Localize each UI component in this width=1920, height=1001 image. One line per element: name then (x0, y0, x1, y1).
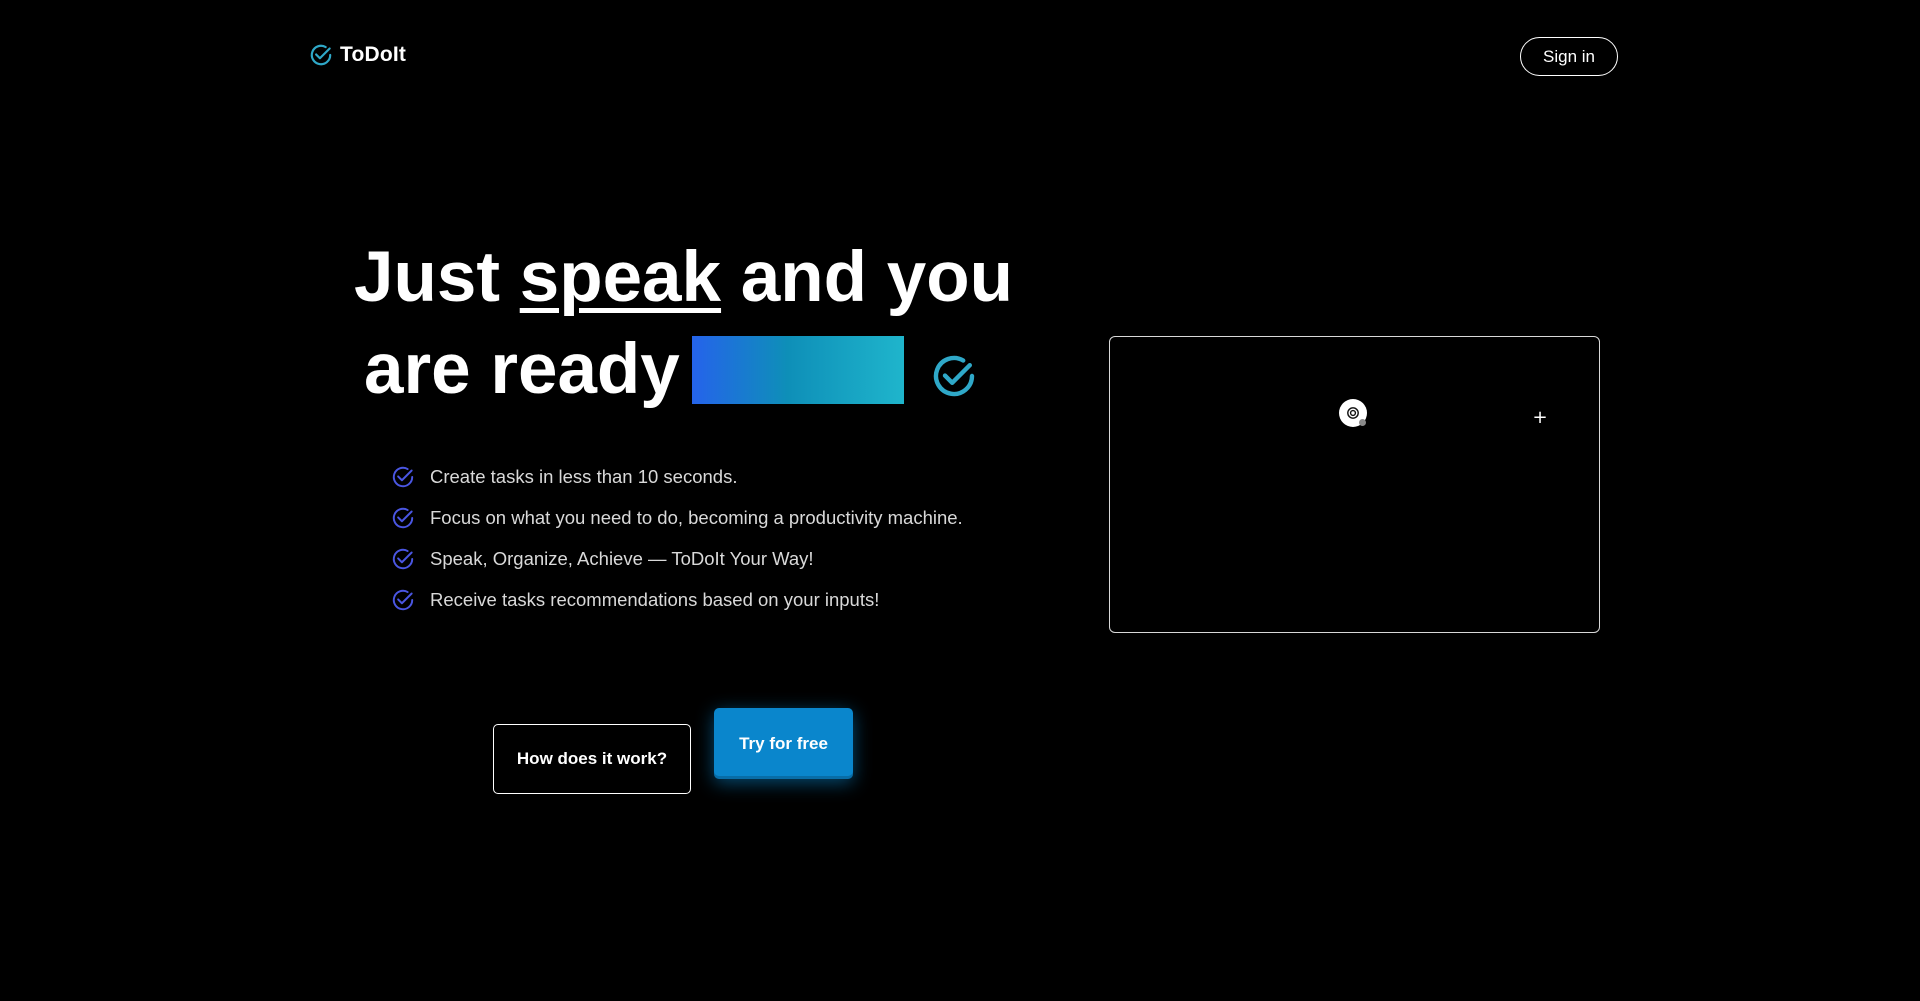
logo-text: ToDoIt (340, 43, 407, 66)
check-circle-icon (310, 44, 332, 66)
microphone-icon (1347, 407, 1359, 419)
headline-part1: Just (354, 238, 520, 317)
feature-text: Speak, Organize, Achieve — ToDoIt Your W… (430, 547, 814, 569)
try-for-free-button[interactable]: Try for free (714, 708, 853, 779)
feature-item: Focus on what you need to do, becoming a… (390, 497, 963, 538)
headline-emphasis: speak (519, 238, 722, 317)
feature-item: Receive tasks recommendations based on y… (390, 579, 963, 620)
check-circle-icon (392, 589, 414, 610)
headline-line2-text: are ready (364, 329, 680, 409)
animated-word-highlight (692, 336, 904, 404)
record-button[interactable] (1339, 399, 1367, 427)
feature-text: Focus on what you need to do, becoming a… (430, 506, 963, 528)
feature-list: Create tasks in less than 10 seconds. Fo… (390, 456, 963, 620)
feature-item: Create tasks in less than 10 seconds. (390, 456, 963, 497)
feature-text: Receive tasks recommendations based on y… (430, 588, 880, 610)
sign-in-button[interactable]: Sign in (1520, 37, 1618, 76)
logo-link[interactable]: ToDoIt (308, 42, 406, 68)
check-circle-icon (933, 355, 975, 397)
headline-part2: and you (721, 238, 1013, 317)
feature-text: Create tasks in less than 10 seconds. (430, 465, 738, 487)
demo-panel: + (1109, 336, 1600, 633)
hero-headline: Just speak and you (354, 232, 1013, 324)
feature-item: Speak, Organize, Achieve — ToDoIt Your W… (390, 538, 963, 579)
add-task-button[interactable]: + (1530, 408, 1550, 428)
hero-headline-line2: are ready (364, 324, 680, 414)
recording-indicator (1359, 419, 1366, 426)
check-circle-icon (392, 507, 414, 528)
check-circle-icon (392, 548, 414, 569)
landing-page: ToDoIt Sign in Just speak and you are re… (0, 0, 1920, 1001)
check-circle-icon (392, 466, 414, 487)
how-does-it-work-button[interactable]: How does it work? (493, 724, 691, 794)
